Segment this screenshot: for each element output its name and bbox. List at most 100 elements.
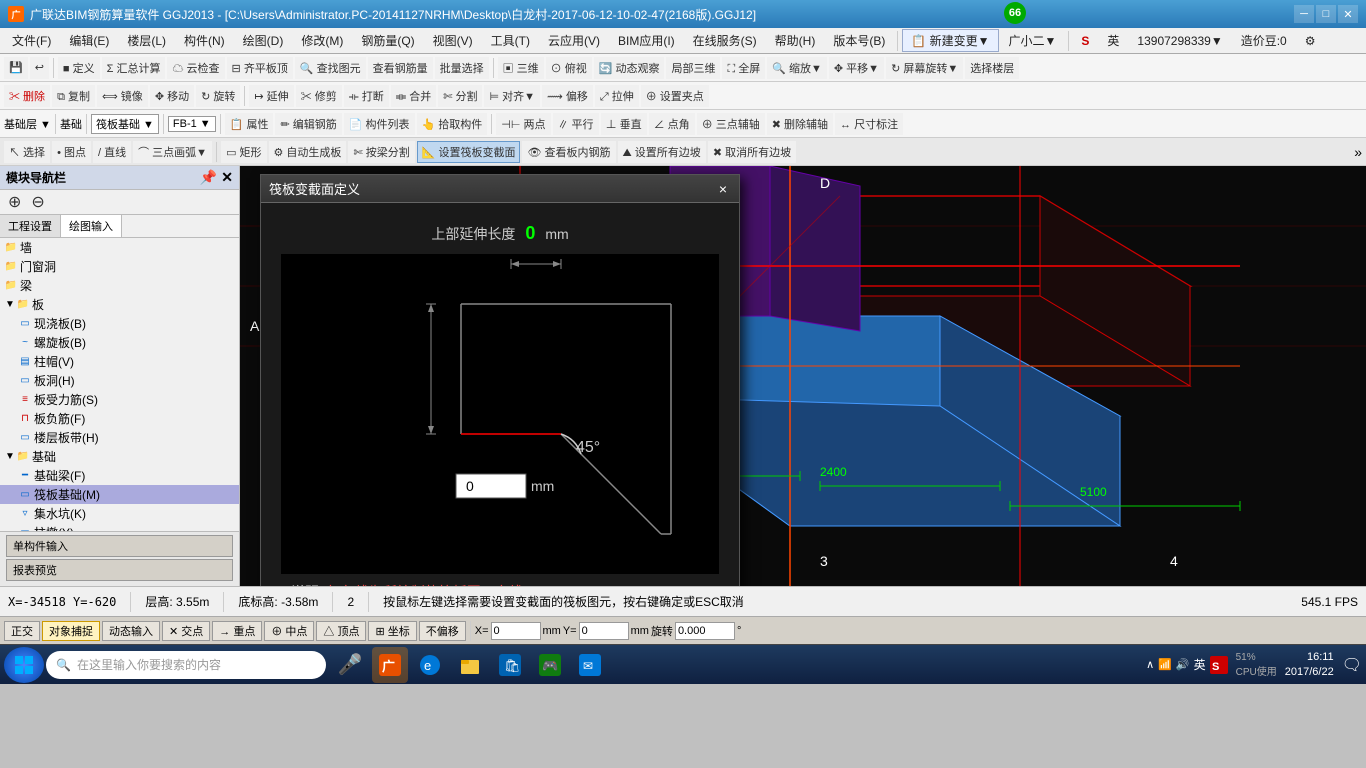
- tree-item-sump[interactable]: ▿ 集水坑(K): [0, 504, 239, 523]
- tree-item-cast-slab[interactable]: ▭ 现浇板(B): [0, 314, 239, 333]
- menu-new-change[interactable]: 📋 新建变更▼: [902, 29, 998, 52]
- btn-move[interactable]: ✥ 移动: [150, 85, 194, 107]
- menu-help[interactable]: 帮助(H): [767, 30, 824, 51]
- tree-item-slab-rebar[interactable]: ≡ 板受力筋(S): [0, 390, 239, 409]
- menu-settings-icon[interactable]: ⚙: [1297, 32, 1324, 50]
- tab-draw-input[interactable]: 绘图输入: [61, 215, 122, 237]
- tab-project-settings[interactable]: 工程设置: [0, 215, 61, 237]
- tree-item-slab[interactable]: ▼ 📁 板: [0, 295, 239, 314]
- btn-3d[interactable]: ▣ 三维: [498, 57, 544, 79]
- btn-batch[interactable]: 批量选择: [435, 57, 489, 79]
- menu-guangxiao[interactable]: 广小二▼: [1001, 30, 1065, 51]
- btn-coord[interactable]: ⊞ 坐标: [368, 621, 416, 641]
- btn-dim[interactable]: ↔ 尺寸标注: [835, 113, 903, 135]
- btn-mirror[interactable]: ⟺ 镜像: [97, 85, 148, 107]
- btn-find[interactable]: 🔍 查找图元: [295, 57, 366, 79]
- dialog-titlebar[interactable]: 筏板变截面定义 ×: [261, 175, 739, 203]
- btn-save[interactable]: 💾: [4, 57, 28, 79]
- taskbar-app-edge[interactable]: e: [412, 647, 448, 683]
- btn-two-point[interactable]: ⊣⊢ 两点: [496, 113, 550, 135]
- sidebar-close-icon[interactable]: ✕: [221, 169, 233, 186]
- btn-point-mode[interactable]: • 图点: [52, 141, 91, 163]
- btn-endpoint[interactable]: → 重点: [212, 621, 262, 641]
- menu-tools[interactable]: 工具(T): [483, 30, 538, 51]
- btn-extend[interactable]: ↦ 延伸: [249, 85, 293, 107]
- btn-ortho[interactable]: 正交: [4, 621, 40, 641]
- btn-select-floor[interactable]: 选择楼层: [965, 57, 1019, 79]
- btn-view-plate-rebar[interactable]: 👁 查看板内钢筋: [522, 141, 615, 163]
- btn-single-comp[interactable]: 单构件输入: [6, 535, 233, 557]
- menu-phone[interactable]: 13907298339▼: [1129, 32, 1230, 50]
- menu-rebar[interactable]: 钢筋量(Q): [353, 30, 422, 51]
- window-controls[interactable]: ─ □ ✕: [1294, 5, 1358, 23]
- btn-split[interactable]: ✄ 分割: [438, 85, 482, 107]
- menu-view[interactable]: 视图(V): [425, 30, 481, 51]
- menu-draw[interactable]: 绘图(D): [235, 30, 292, 51]
- btn-property[interactable]: 📋 属性: [225, 113, 274, 135]
- tree-item-floor-band[interactable]: ▭ 楼层板带(H): [0, 428, 239, 447]
- tree-item-door[interactable]: 📁 门窗洞: [0, 257, 239, 276]
- btn-select-mode[interactable]: ↖ 选择: [4, 141, 50, 163]
- element-dropdown[interactable]: FB-1 ▼: [168, 116, 216, 132]
- btn-three-point-axis[interactable]: ⊕ 三点辅轴: [697, 113, 765, 135]
- sidebar-pin-icon[interactable]: 📌: [200, 169, 217, 186]
- btn-auto-gen[interactable]: ⚙ 自动生成板: [269, 141, 347, 163]
- menu-edit[interactable]: 编辑(E): [61, 30, 117, 51]
- tray-arrow[interactable]: ∧: [1146, 658, 1154, 671]
- btn-split-beam[interactable]: ✄ 按梁分割: [348, 141, 414, 163]
- menu-lang[interactable]: 英: [1099, 30, 1127, 51]
- btn-parallel[interactable]: ∥ 平行: [553, 113, 599, 135]
- btn-align[interactable]: ⊨ 对齐▼: [484, 85, 540, 107]
- rot-input[interactable]: [675, 622, 735, 640]
- btn-pan[interactable]: ✥ 平移▼: [829, 57, 884, 79]
- btn-perpendicular[interactable]: ⊥ 垂直: [601, 113, 647, 135]
- nav-minus[interactable]: ⊖: [27, 192, 48, 212]
- clock[interactable]: 16:11 2017/6/22: [1285, 650, 1334, 679]
- dialog-close-button[interactable]: ×: [715, 181, 731, 197]
- maximize-button[interactable]: □: [1316, 5, 1336, 23]
- btn-comp-list[interactable]: 📄 构件列表: [344, 113, 415, 135]
- taskbar-app-game[interactable]: 🎮: [532, 647, 568, 683]
- menu-version[interactable]: 版本号(B): [825, 30, 893, 51]
- minimize-button[interactable]: ─: [1294, 5, 1314, 23]
- btn-edit-rebar[interactable]: ✏ 编辑钢筋: [275, 113, 341, 135]
- tree-item-neg-rebar[interactable]: ⊓ 板负筋(F): [0, 409, 239, 428]
- btn-dynamic[interactable]: 🔄 动态观察: [594, 57, 665, 79]
- btn-intersection[interactable]: ✕ 交点: [162, 621, 210, 641]
- taskbar-app-mail[interactable]: ✉: [572, 647, 608, 683]
- menu-modify[interactable]: 修改(M): [293, 30, 351, 51]
- btn-local-3d[interactable]: 局部三维: [666, 57, 720, 79]
- btn-trim[interactable]: ✂ 修剪: [296, 85, 342, 107]
- btn-pick[interactable]: 👆 拾取构件: [417, 113, 488, 135]
- component-dropdown[interactable]: 筏板基础 ▼: [91, 114, 159, 134]
- btn-midpoint[interactable]: ⊕ 中点: [264, 621, 314, 641]
- btn-offset[interactable]: ⟿ 偏移: [542, 85, 593, 107]
- menu-online[interactable]: 在线服务(S): [685, 30, 765, 51]
- tree-item-col-pier[interactable]: ▭ 柱墩(Y): [0, 523, 239, 531]
- tree-item-found-beam[interactable]: ━ 基础梁(F): [0, 466, 239, 485]
- tree-item-foundation[interactable]: ▼ 📁 基础: [0, 447, 239, 466]
- menu-bim[interactable]: BIM应用(I): [610, 30, 683, 51]
- expand-arrow[interactable]: »: [1354, 144, 1362, 160]
- tree-item-raft[interactable]: ▭ 筏板基础(M): [0, 485, 239, 504]
- btn-arc-mode[interactable]: ⌒ 三点画弧▼: [133, 141, 212, 163]
- btn-report[interactable]: 报表预览: [6, 559, 233, 581]
- nav-add[interactable]: ⊕: [4, 192, 25, 212]
- btn-zoom[interactable]: 🔍 缩放▼: [767, 57, 827, 79]
- btn-stretch[interactable]: ⤢ 拉伸: [595, 85, 639, 107]
- menu-cloud[interactable]: 云应用(V): [540, 30, 608, 51]
- btn-undo[interactable]: ↩: [30, 57, 49, 79]
- taskbar-app-cortana[interactable]: 🎤: [332, 647, 368, 683]
- btn-del-axis[interactable]: ✖ 删除辅轴: [767, 113, 833, 135]
- coord-y-input[interactable]: [579, 622, 629, 640]
- btn-break[interactable]: ⟛ 打断: [344, 85, 389, 107]
- btn-view-rebar[interactable]: 查看钢筋量: [368, 57, 433, 79]
- menu-file[interactable]: 文件(F): [4, 30, 59, 51]
- btn-no-offset[interactable]: 不偏移: [419, 621, 466, 641]
- notifications-icon[interactable]: 🗨: [1342, 655, 1362, 675]
- taskbar-app-explorer[interactable]: [452, 647, 488, 683]
- btn-cancel-all-slope[interactable]: ✖ 取消所有边坡: [708, 141, 796, 163]
- btn-snap[interactable]: 对象捕捉: [42, 621, 100, 641]
- menu-component[interactable]: 构件(N): [176, 30, 233, 51]
- tree-item-spiral-slab[interactable]: ~ 螺旋板(B): [0, 333, 239, 352]
